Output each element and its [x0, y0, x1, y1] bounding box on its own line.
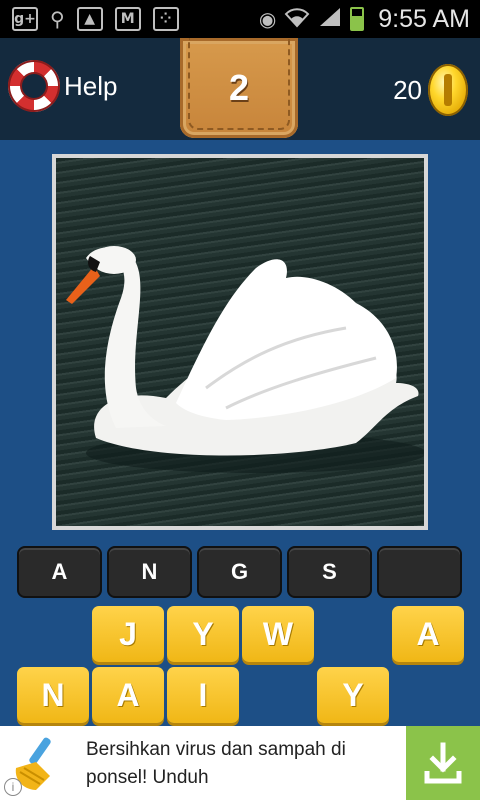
coin-icon	[428, 64, 468, 116]
google-plus-icon: g+	[12, 7, 38, 31]
coin-count: 20	[393, 74, 422, 105]
answer-slot[interactable]: N	[107, 546, 192, 598]
letter-tile[interactable]: Y	[317, 667, 389, 723]
level-number: 2	[228, 67, 250, 108]
download-button[interactable]	[406, 726, 480, 800]
answer-slots: A N G S	[17, 546, 462, 598]
ad-banner[interactable]: i Bersihkan virus dan sampah di ponsel! …	[0, 726, 480, 800]
status-bar: g+ ⚲ ▲ M ⁘ ◉ 9:55 AM	[0, 0, 480, 38]
battery-icon	[350, 7, 365, 31]
game-header: Help 2 20	[0, 38, 480, 140]
lifebuoy-icon	[8, 60, 60, 112]
eye-icon: ◉	[258, 7, 277, 31]
letter-tile[interactable]: Y	[167, 606, 239, 662]
help-button[interactable]: Help	[8, 60, 117, 112]
info-icon[interactable]: i	[4, 778, 22, 796]
letter-tile[interactable]: I	[167, 667, 239, 723]
status-time: 9:55 AM	[378, 4, 470, 33]
gmail-icon: M	[114, 7, 141, 31]
download-icon	[424, 742, 462, 784]
level-badge: 2	[180, 38, 298, 138]
usb-icon: ⚲	[50, 7, 65, 31]
puzzle-image-frame	[52, 154, 428, 530]
letter-tile[interactable]: W	[242, 606, 314, 662]
answer-slot[interactable]: S	[287, 546, 372, 598]
swan-photo	[56, 158, 424, 526]
help-label: Help	[64, 70, 118, 101]
answer-slot[interactable]	[377, 546, 462, 598]
letter-tile[interactable]: A	[92, 667, 164, 723]
signal-icon	[318, 6, 342, 33]
answer-slot[interactable]: G	[197, 546, 282, 598]
wifi-icon	[284, 6, 310, 33]
coin-counter[interactable]: 20	[393, 64, 468, 116]
letter-tile[interactable]: J	[92, 606, 164, 662]
letter-tile[interactable]: N	[17, 667, 89, 723]
letter-tile[interactable]: A	[392, 606, 464, 662]
ad-text: Bersihkan virus dan sampah di ponsel! Un…	[86, 739, 346, 788]
gallery-icon: ▲	[76, 7, 103, 31]
answer-slot[interactable]: A	[17, 546, 102, 598]
blackberry-icon: ⁘	[152, 7, 179, 31]
